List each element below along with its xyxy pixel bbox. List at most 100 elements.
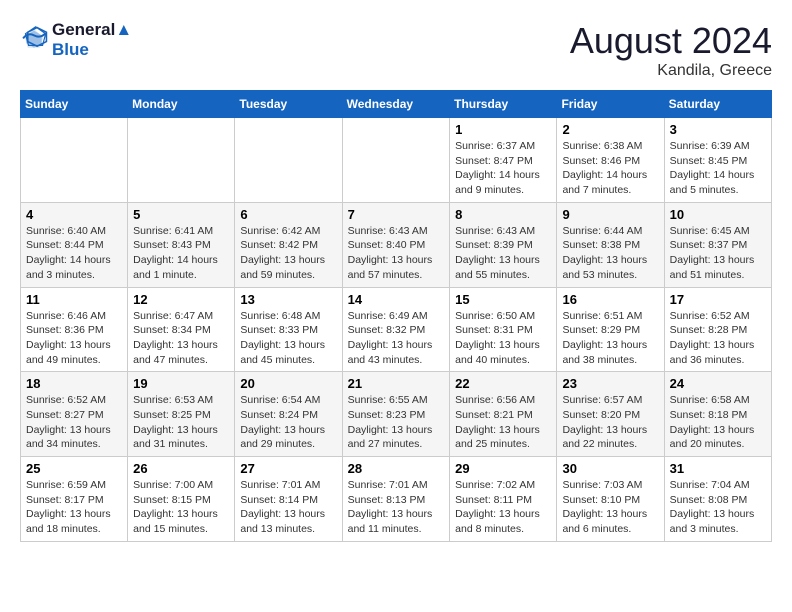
calendar-cell [128,118,235,203]
calendar-cell: 17 Sunrise: 6:52 AMSunset: 8:28 PMDayligh… [664,287,771,372]
location-subtitle: Kandila, Greece [570,62,772,80]
day-number: 11 [26,292,122,307]
day-info: Sunrise: 6:54 AMSunset: 8:24 PMDaylight:… [240,393,336,452]
day-info: Sunrise: 6:43 AMSunset: 8:39 PMDaylight:… [455,224,551,283]
day-number: 15 [455,292,551,307]
month-year-title: August 2024 [570,20,772,62]
calendar-cell: 29 Sunrise: 7:02 AMSunset: 8:11 PMDayligh… [450,457,557,542]
day-info: Sunrise: 6:53 AMSunset: 8:25 PMDaylight:… [133,393,229,452]
day-number: 26 [133,461,229,476]
day-number: 18 [26,376,122,391]
day-info: Sunrise: 7:01 AMSunset: 8:13 PMDaylight:… [348,478,445,537]
calendar-cell [235,118,342,203]
calendar-cell [21,118,128,203]
day-info: Sunrise: 6:46 AMSunset: 8:36 PMDaylight:… [26,309,122,368]
day-info: Sunrise: 7:00 AMSunset: 8:15 PMDaylight:… [133,478,229,537]
day-info: Sunrise: 6:44 AMSunset: 8:38 PMDaylight:… [562,224,658,283]
day-info: Sunrise: 7:03 AMSunset: 8:10 PMDaylight:… [562,478,658,537]
day-number: 29 [455,461,551,476]
day-number: 17 [670,292,766,307]
day-info: Sunrise: 6:42 AMSunset: 8:42 PMDaylight:… [240,224,336,283]
calendar-cell: 11 Sunrise: 6:46 AMSunset: 8:36 PMDayligh… [21,287,128,372]
col-header-friday: Friday [557,91,664,118]
calendar-cell: 14 Sunrise: 6:49 AMSunset: 8:32 PMDayligh… [342,287,450,372]
day-number: 2 [562,122,658,137]
calendar-table: SundayMondayTuesdayWednesdayThursdayFrid… [20,90,772,542]
day-number: 16 [562,292,658,307]
day-number: 3 [670,122,766,137]
calendar-cell: 16 Sunrise: 6:51 AMSunset: 8:29 PMDayligh… [557,287,664,372]
calendar-cell: 3Sunrise: 6:39 AMSunset: 8:45 PMDaylight… [664,118,771,203]
calendar-cell: 26 Sunrise: 7:00 AMSunset: 8:15 PMDayligh… [128,457,235,542]
day-number: 7 [348,207,445,222]
col-header-saturday: Saturday [664,91,771,118]
day-number: 14 [348,292,445,307]
calendar-cell: 5 Sunrise: 6:41 AMSunset: 8:43 PMDaylight… [128,202,235,287]
calendar-cell: 1Sunrise: 6:37 AMSunset: 8:47 PMDaylight… [450,118,557,203]
day-info: Sunrise: 6:37 AMSunset: 8:47 PMDaylight:… [455,139,551,198]
day-number: 25 [26,461,122,476]
calendar-cell: 20 Sunrise: 6:54 AMSunset: 8:24 PMDayligh… [235,372,342,457]
day-info: Sunrise: 7:04 AMSunset: 8:08 PMDaylight:… [670,478,766,537]
day-info: Sunrise: 6:55 AMSunset: 8:23 PMDaylight:… [348,393,445,452]
col-header-tuesday: Tuesday [235,91,342,118]
day-info: Sunrise: 6:56 AMSunset: 8:21 PMDaylight:… [455,393,551,452]
day-number: 4 [26,207,122,222]
calendar-cell: 13 Sunrise: 6:48 AMSunset: 8:33 PMDayligh… [235,287,342,372]
calendar-cell: 31 Sunrise: 7:04 AMSunset: 8:08 PMDayligh… [664,457,771,542]
day-number: 24 [670,376,766,391]
day-number: 13 [240,292,336,307]
day-info: Sunrise: 6:47 AMSunset: 8:34 PMDaylight:… [133,309,229,368]
page-header: General▲ Blue August 2024 Kandila, Greec… [20,20,772,80]
day-number: 21 [348,376,445,391]
day-info: Sunrise: 6:51 AMSunset: 8:29 PMDaylight:… [562,309,658,368]
day-info: Sunrise: 6:52 AMSunset: 8:28 PMDaylight:… [670,309,766,368]
day-info: Sunrise: 6:49 AMSunset: 8:32 PMDaylight:… [348,309,445,368]
day-number: 6 [240,207,336,222]
calendar-cell: 2 Sunrise: 6:38 AMSunset: 8:46 PMDaylight… [557,118,664,203]
day-info: Sunrise: 7:02 AMSunset: 8:11 PMDaylight:… [455,478,551,537]
calendar-cell: 25 Sunrise: 6:59 AMSunset: 8:17 PMDayligh… [21,457,128,542]
day-info: Sunrise: 6:38 AMSunset: 8:46 PMDaylight:… [562,139,658,198]
calendar-cell: 7 Sunrise: 6:43 AMSunset: 8:40 PMDaylight… [342,202,450,287]
day-number: 20 [240,376,336,391]
day-number: 19 [133,376,229,391]
day-number: 23 [562,376,658,391]
logo-text: General▲ Blue [52,20,132,60]
day-number: 10 [670,207,766,222]
title-block: August 2024 Kandila, Greece [570,20,772,80]
day-info: Sunrise: 6:48 AMSunset: 8:33 PMDaylight:… [240,309,336,368]
calendar-cell: 15 Sunrise: 6:50 AMSunset: 8:31 PMDayligh… [450,287,557,372]
calendar-cell [342,118,450,203]
col-header-sunday: Sunday [21,91,128,118]
day-info: Sunrise: 6:50 AMSunset: 8:31 PMDaylight:… [455,309,551,368]
day-info: Sunrise: 6:59 AMSunset: 8:17 PMDaylight:… [26,478,122,537]
day-number: 9 [562,207,658,222]
day-info: Sunrise: 6:43 AMSunset: 8:40 PMDaylight:… [348,224,445,283]
day-info: Sunrise: 7:01 AMSunset: 8:14 PMDaylight:… [240,478,336,537]
day-number: 22 [455,376,551,391]
calendar-cell: 27Sunrise: 7:01 AMSunset: 8:14 PMDayligh… [235,457,342,542]
calendar-cell: 4 Sunrise: 6:40 AMSunset: 8:44 PMDaylight… [21,202,128,287]
day-number: 31 [670,461,766,476]
calendar-cell: 6 Sunrise: 6:42 AMSunset: 8:42 PMDaylight… [235,202,342,287]
calendar-cell: 12Sunrise: 6:47 AMSunset: 8:34 PMDayligh… [128,287,235,372]
day-info: Sunrise: 6:58 AMSunset: 8:18 PMDaylight:… [670,393,766,452]
calendar-cell: 24 Sunrise: 6:58 AMSunset: 8:18 PMDayligh… [664,372,771,457]
logo-icon [20,26,48,54]
calendar-cell: 10 Sunrise: 6:45 AMSunset: 8:37 PMDayligh… [664,202,771,287]
day-number: 28 [348,461,445,476]
day-info: Sunrise: 6:40 AMSunset: 8:44 PMDaylight:… [26,224,122,283]
col-header-thursday: Thursday [450,91,557,118]
logo: General▲ Blue [20,20,132,60]
day-number: 5 [133,207,229,222]
col-header-wednesday: Wednesday [342,91,450,118]
calendar-cell: 8 Sunrise: 6:43 AMSunset: 8:39 PMDaylight… [450,202,557,287]
day-number: 8 [455,207,551,222]
day-info: Sunrise: 6:41 AMSunset: 8:43 PMDaylight:… [133,224,229,283]
calendar-cell: 18 Sunrise: 6:52 AMSunset: 8:27 PMDayligh… [21,372,128,457]
calendar-cell: 21 Sunrise: 6:55 AMSunset: 8:23 PMDayligh… [342,372,450,457]
calendar-cell: 22 Sunrise: 6:56 AMSunset: 8:21 PMDayligh… [450,372,557,457]
day-info: Sunrise: 6:52 AMSunset: 8:27 PMDaylight:… [26,393,122,452]
day-info: Sunrise: 6:45 AMSunset: 8:37 PMDaylight:… [670,224,766,283]
